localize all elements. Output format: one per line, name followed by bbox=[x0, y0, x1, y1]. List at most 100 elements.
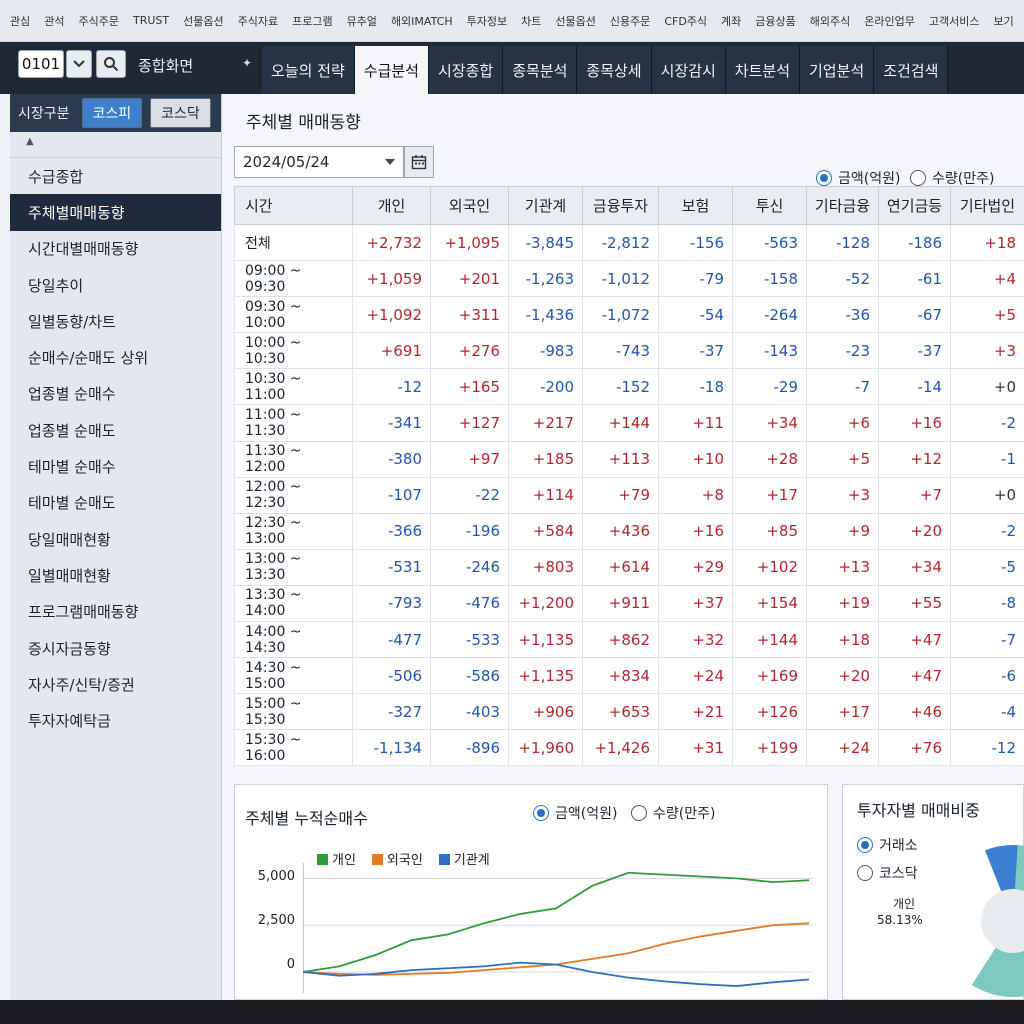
sidebar-item-15[interactable]: 투자자예탁금 bbox=[10, 702, 221, 738]
column-header-8[interactable]: 연기금등 bbox=[878, 186, 951, 225]
table-row[interactable]: 14:00 ~ 14:30 -477 -533 +1,135 +862 +32 +144 +1… bbox=[234, 621, 1024, 659]
value-cell: +76 bbox=[878, 729, 951, 767]
column-header-3[interactable]: 기관계 bbox=[508, 186, 583, 225]
menu-item-7[interactable]: 뮤추얼 bbox=[345, 13, 379, 29]
menu-item-9[interactable]: 투자정보 bbox=[465, 13, 509, 29]
sidebar-item-8[interactable]: 테마별 순매수 bbox=[10, 448, 221, 484]
column-header-9[interactable]: 기타법인 bbox=[950, 186, 1024, 225]
menu-item-4[interactable]: 선물옵션 bbox=[181, 13, 225, 29]
tab-2[interactable]: 시장종합 bbox=[428, 46, 504, 94]
calendar-button[interactable] bbox=[404, 146, 434, 178]
menu-item-12[interactable]: 신용주문 bbox=[608, 13, 652, 29]
time-cell: 11:00 ~ 11:30 bbox=[234, 404, 353, 442]
column-header-2[interactable]: 외국인 bbox=[430, 186, 509, 225]
sidebar-item-7[interactable]: 업종별 순매도 bbox=[10, 412, 221, 448]
menu-item-6[interactable]: 프로그램 bbox=[290, 13, 334, 29]
tab-0[interactable]: 오늘의 전략 bbox=[262, 46, 355, 94]
market-exchange-radio[interactable]: 거래소 bbox=[857, 835, 918, 855]
sidebar-item-9[interactable]: 테마별 순매도 bbox=[10, 485, 221, 521]
menu-item-14[interactable]: 계좌 bbox=[719, 13, 743, 29]
screen-code-input[interactable]: 0101 bbox=[18, 50, 64, 78]
tab-4[interactable]: 종목상세 bbox=[577, 46, 652, 94]
menu-item-10[interactable]: 차트 bbox=[519, 13, 543, 29]
market-kospi-button[interactable]: 코스피 bbox=[81, 98, 143, 128]
menu-item-0[interactable]: 관심 bbox=[8, 13, 32, 29]
sidebar-item-10[interactable]: 당일매매현황 bbox=[10, 521, 221, 557]
pin-icon[interactable]: ✦ bbox=[242, 56, 252, 70]
market-kosdaq-radio[interactable]: 코스닥 bbox=[857, 863, 918, 883]
top-menu-bar: 관심 관석 주식주문 TRUST 선물옵션 주식자료 프로그램 뮤추얼 해외IMATCH 투자정보… bbox=[0, 0, 1024, 42]
menu-item-5[interactable]: 주식자료 bbox=[236, 13, 280, 29]
tab-1[interactable]: 수급분석 bbox=[354, 46, 429, 94]
sidebar-item-3[interactable]: 당일추이 bbox=[10, 267, 221, 303]
table-row[interactable]: 09:30 ~ 10:00 +1,092 +311 -1,436 -1,072 -54 -2… bbox=[234, 296, 1024, 334]
sidebar-item-13[interactable]: 증시자금동향 bbox=[10, 630, 221, 666]
menu-item-16[interactable]: 해외주식 bbox=[808, 13, 852, 29]
table-row[interactable]: 15:30 ~ 16:00 -1,134 -896 +1,960 +1,426 +31 +1… bbox=[234, 729, 1024, 767]
table-row[interactable]: 14:30 ~ 15:00 -506 -586 +1,135 +834 +24 +169 +2… bbox=[234, 657, 1024, 695]
column-header-7[interactable]: 기타금융 bbox=[806, 186, 879, 225]
table-row[interactable]: 12:30 ~ 13:00 -366 -196 +584 +436 +16 +85 +9 +20… bbox=[234, 512, 1024, 550]
column-header-0[interactable]: 시간 bbox=[234, 186, 353, 225]
table-row[interactable]: 10:00 ~ 10:30 +691 +276 -983 -743 -37 -143 -23-… bbox=[234, 332, 1024, 370]
tab-3[interactable]: 종목분석 bbox=[503, 46, 578, 94]
sidebar-item-1[interactable]: 주체별매매동향 bbox=[10, 194, 221, 231]
sidebar-item-11[interactable]: 일별매매현황 bbox=[10, 557, 221, 593]
sidebar-item-14[interactable]: 자사주/신탁/증권 bbox=[10, 666, 221, 702]
table-row[interactable]: 15:00 ~ 15:30 -327 -403 +906 +653 +21 +126 +17 +… bbox=[234, 693, 1024, 731]
time-cell: 전체 bbox=[234, 223, 353, 262]
value-cell: +185 bbox=[508, 440, 583, 478]
unit-quantity-radio[interactable]: 수량(만주) bbox=[910, 168, 994, 188]
menu-item-2[interactable]: 주식주문 bbox=[77, 13, 121, 29]
chart-unit-amount-radio[interactable]: 금액(억원) bbox=[533, 803, 617, 823]
market-label: 시장구분 bbox=[18, 106, 70, 122]
column-header-1[interactable]: 개인 bbox=[352, 186, 431, 225]
value-cell: +113 bbox=[582, 440, 659, 478]
column-header-4[interactable]: 금융투자 bbox=[582, 186, 659, 225]
sidebar-item-12[interactable]: 프로그램매매동향 bbox=[10, 594, 221, 630]
menu-item-17[interactable]: 온라인업무 bbox=[862, 13, 917, 29]
table-row[interactable]: 11:30 ~ 12:00 -380 +97 +185 +113 +10 +28 +5 +12-… bbox=[234, 440, 1024, 478]
sidebar-item-6[interactable]: 업종별 순매수 bbox=[10, 376, 221, 412]
value-cell: +34 bbox=[878, 548, 951, 586]
value-cell: +5 bbox=[950, 296, 1024, 334]
menu-item-8[interactable]: 해외IMATCH bbox=[389, 13, 455, 29]
code-search-button[interactable] bbox=[96, 50, 126, 78]
table-row[interactable]: 13:30 ~ 14:00 -793 -476 +1,200 +911 +37 +154 +1… bbox=[234, 584, 1024, 623]
table-row[interactable]: 10:30 ~ 11:00 -12 +165 -200 -152 -18 -29 -7 -14 +… bbox=[234, 368, 1024, 406]
menu-item-3[interactable]: TRUST bbox=[131, 14, 171, 27]
column-header-6[interactable]: 투신 bbox=[732, 186, 807, 225]
menu-item-18[interactable]: 고객서비스 bbox=[927, 13, 982, 29]
tab-5[interactable]: 시장감시 bbox=[651, 46, 726, 94]
table-row[interactable]: 전체 +2,732 +1,095 -3,845 -2,812 -156 -563 -128 -1… bbox=[234, 223, 1024, 262]
menu-item-13[interactable]: CFD주식 bbox=[662, 13, 709, 29]
table-row[interactable]: 13:00 ~ 13:30 -531 -246 +803 +614 +29 +102 +13 +… bbox=[234, 548, 1024, 586]
value-cell: +11 bbox=[658, 404, 733, 442]
table-row[interactable]: 12:00 ~ 12:30 -107 -22 +114 +79 +8 +17 +3 +7 +0 bbox=[234, 476, 1024, 514]
value-cell: -793 bbox=[352, 584, 431, 623]
value-cell: -2,812 bbox=[582, 223, 659, 262]
sidebar-item-2[interactable]: 시간대별매매동향 bbox=[10, 231, 221, 267]
column-header-5[interactable]: 보험 bbox=[658, 186, 733, 225]
sidebar-item-0[interactable]: 수급종합 bbox=[10, 158, 221, 194]
menu-item-1[interactable]: 관석 bbox=[42, 13, 66, 29]
value-cell: -22 bbox=[430, 476, 509, 514]
value-cell: -531 bbox=[352, 548, 431, 586]
date-picker[interactable]: 2024/05/24 bbox=[234, 146, 404, 178]
tab-6[interactable]: 차트분석 bbox=[725, 46, 800, 94]
code-dropdown-button[interactable] bbox=[66, 50, 92, 78]
table-row[interactable]: 11:00 ~ 11:30 -341 +127 +217 +144 +11 +34 +6 +16… bbox=[234, 404, 1024, 442]
menu-item-11[interactable]: 선물옵션 bbox=[553, 13, 597, 29]
unit-quantity-label: 수량(만주) bbox=[932, 171, 995, 187]
table-row[interactable]: 09:00 ~ 09:30 +1,059 +201 -1,263 -1,012 -79 -1… bbox=[234, 260, 1024, 298]
menu-item-15[interactable]: 금융상품 bbox=[753, 13, 797, 29]
scroll-up-icon[interactable]: ▲ bbox=[10, 132, 221, 158]
sidebar-item-4[interactable]: 일별동향/차트 bbox=[10, 303, 221, 339]
tab-7[interactable]: 기업분석 bbox=[800, 46, 875, 94]
chart-unit-quantity-radio[interactable]: 수량(만주) bbox=[631, 803, 715, 823]
market-kosdaq-button[interactable]: 코스닥 bbox=[150, 98, 211, 128]
tab-8[interactable]: 조건검색 bbox=[874, 46, 949, 94]
sidebar-item-5[interactable]: 순매수/순매도 상위 bbox=[10, 339, 221, 375]
unit-amount-radio[interactable]: 금액(억원) bbox=[816, 168, 900, 188]
menu-item-19[interactable]: 보기 bbox=[991, 13, 1015, 29]
